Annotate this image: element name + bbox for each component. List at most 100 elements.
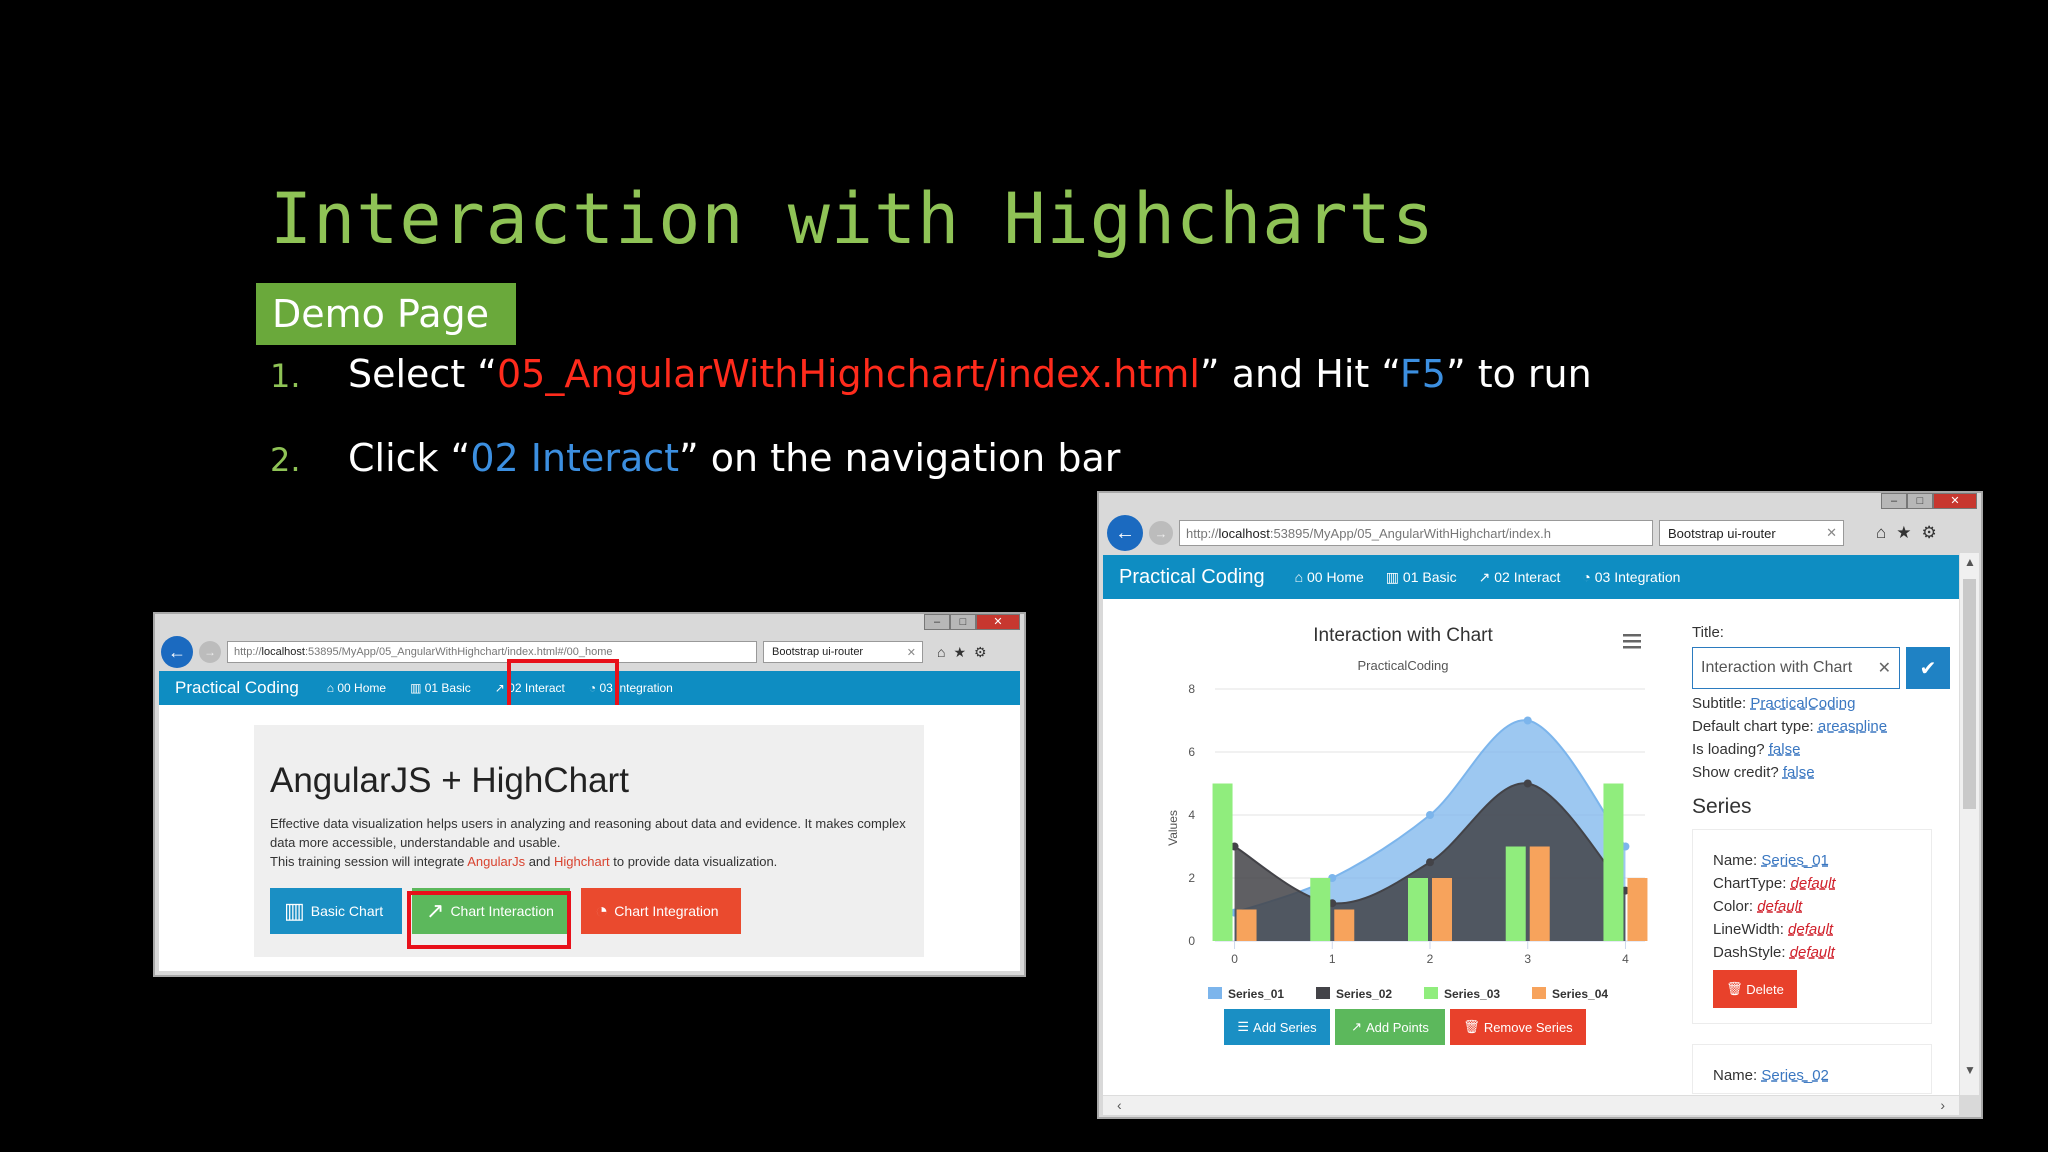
address-bar[interactable]: http://localhost:53895/MyApp/05_AngularW… <box>1179 520 1653 546</box>
jumbotron-heading: AngularJS + HighChart <box>270 761 629 800</box>
x-tick-label: 2 <box>1427 952 1434 966</box>
browser-tab[interactable]: Bootstrap ui-router ✕ <box>763 641 923 663</box>
basic-chart-button[interactable]: ▥ Basic Chart <box>270 888 402 934</box>
right-page-content: Interaction with Chart PracticalCoding 0… <box>1103 599 1959 1095</box>
column-bar[interactable] <box>1603 783 1624 942</box>
chart-menu-icon[interactable] <box>1623 634 1641 649</box>
tab-close-icon[interactable]: ✕ <box>907 646 916 659</box>
back-arrow-icon[interactable]: ← <box>161 636 193 668</box>
chevron-up-icon[interactable]: ▲ <box>1964 555 1976 569</box>
legend-item[interactable]: Series_04 <box>1552 987 1608 1001</box>
minimize-icon[interactable]: – <box>924 614 950 630</box>
series-dashstyle-value[interactable]: default <box>1790 944 1835 961</box>
title-input[interactable]: Interaction with Chart ✕ <box>1692 647 1900 689</box>
vertical-scrollbar[interactable]: ▲ ▼ <box>1959 553 1979 1095</box>
column-bar[interactable] <box>1432 878 1452 941</box>
chevron-left-icon[interactable]: ‹ <box>1117 1097 1122 1113</box>
series-name-value[interactable]: Series_01 <box>1761 852 1829 869</box>
legend-swatch <box>1208 987 1222 999</box>
button-label: Remove Series <box>1483 1019 1573 1035</box>
series-linewidth-value[interactable]: default <box>1788 921 1833 938</box>
series-type-value[interactable]: default <box>1791 875 1836 892</box>
column-bar[interactable] <box>1505 846 1526 942</box>
nav-item-home[interactable]: ⌂ 00 Home <box>1295 569 1364 585</box>
browser-tools: ⌂ ★ ⚙ <box>1876 523 1937 543</box>
add-points-button[interactable]: ↗ Add Points <box>1335 1009 1445 1045</box>
y-tick-label: 4 <box>1188 808 1195 822</box>
settings-gear-icon[interactable]: ⚙ <box>974 644 987 661</box>
column-bar[interactable] <box>1236 909 1257 942</box>
horizontal-scrollbar[interactable]: ‹ › <box>1103 1095 1959 1115</box>
data-point[interactable] <box>1523 779 1532 788</box>
loading-value[interactable]: false <box>1769 741 1801 758</box>
nav-item-label: 00 Home <box>337 681 387 695</box>
chart-type-value[interactable]: areaspline <box>1818 718 1887 735</box>
column-bar[interactable] <box>1212 783 1233 942</box>
confirm-title-button[interactable]: ✔ <box>1906 647 1950 689</box>
forward-arrow-icon[interactable]: → <box>1149 521 1173 545</box>
nav-item-basic[interactable]: ▥ 01 Basic <box>1386 569 1457 586</box>
left-page-content: AngularJS + HighChart Effective data vis… <box>159 705 1020 971</box>
home-icon[interactable]: ⌂ <box>937 644 945 661</box>
legend-item[interactable]: Series_01 <box>1228 987 1284 1001</box>
close-icon[interactable]: ✕ <box>1933 493 1977 509</box>
column-bar[interactable] <box>1408 878 1428 941</box>
legend-item[interactable]: Series_03 <box>1444 987 1500 1001</box>
data-point[interactable] <box>1426 811 1434 819</box>
favorites-star-icon[interactable]: ★ <box>953 644 966 661</box>
data-point[interactable] <box>1426 858 1434 867</box>
subtitle-value[interactable]: PracticalCoding <box>1750 695 1855 712</box>
home-icon[interactable]: ⌂ <box>1876 523 1886 543</box>
step-text: ” to run <box>1445 352 1592 396</box>
title-input-value: Interaction with Chart <box>1701 659 1853 676</box>
nav-item-home[interactable]: ⌂ 00 Home <box>327 681 386 695</box>
button-label: Basic Chart <box>310 903 384 919</box>
checkmark-icon: ✔ <box>1919 657 1937 680</box>
data-point[interactable] <box>1523 716 1532 725</box>
minimize-icon[interactable]: – <box>1881 493 1907 509</box>
address-bar[interactable]: http://localhost:53895/MyApp/05_AngularW… <box>227 641 757 663</box>
chart-integration-button[interactable]: ◔ Chart Integration <box>581 888 741 934</box>
label: Name: <box>1713 852 1758 869</box>
highchart-link[interactable]: Highchart <box>554 854 610 869</box>
remove-series-button[interactable]: 🗑 Remove Series <box>1450 1009 1586 1045</box>
chart-subtitle: PracticalCoding <box>1357 658 1448 673</box>
trash-icon: 🗑 <box>1726 981 1743 996</box>
pie-chart-icon: ◔ <box>595 898 609 923</box>
label: ChartType: <box>1713 875 1787 892</box>
title-label: Title: <box>1692 624 1724 641</box>
credit-value[interactable]: false <box>1783 764 1815 781</box>
column-bar[interactable] <box>1627 878 1648 941</box>
column-bar[interactable] <box>1310 878 1331 941</box>
navbar-brand[interactable]: Practical Coding <box>1119 566 1265 589</box>
nav-item-integration[interactable]: ◔ 03 Integration <box>1582 569 1680 585</box>
angularjs-link[interactable]: AngularJs <box>467 854 525 869</box>
tab-label: Bootstrap ui-router <box>772 646 864 658</box>
tab-close-icon[interactable]: ✕ <box>1826 525 1837 541</box>
legend-item[interactable]: Series_02 <box>1336 987 1392 1001</box>
nav-item-interact[interactable]: ↗ 02 Interact <box>1479 569 1561 586</box>
settings-gear-icon[interactable]: ⚙ <box>1922 523 1937 543</box>
browser-tab[interactable]: Bootstrap ui-router ✕ <box>1659 520 1844 546</box>
chevron-down-icon[interactable]: ▼ <box>1964 1063 1976 1077</box>
chevron-right-icon[interactable]: › <box>1940 1097 1945 1113</box>
series-color-value[interactable]: default <box>1757 898 1802 915</box>
nav-item-basic[interactable]: ▥ 01 Basic <box>410 681 471 695</box>
chart-title: Interaction with Chart <box>1313 625 1493 646</box>
back-arrow-icon[interactable]: ← <box>1107 515 1143 551</box>
highcharts-chart[interactable]: Interaction with Chart PracticalCoding 0… <box>1103 599 1653 1049</box>
scrollbar-thumb[interactable] <box>1963 579 1976 809</box>
close-icon[interactable]: ✕ <box>976 614 1020 630</box>
favorites-star-icon[interactable]: ★ <box>1896 523 1911 543</box>
column-bar[interactable] <box>1334 909 1355 942</box>
label: Is loading? <box>1692 741 1765 758</box>
delete-series-button[interactable]: 🗑 Delete <box>1713 970 1797 1008</box>
add-series-button[interactable]: ☰ Add Series <box>1224 1009 1330 1045</box>
navbar-brand[interactable]: Practical Coding <box>175 678 299 698</box>
series-name-value[interactable]: Series_02 <box>1761 1067 1829 1084</box>
maximize-icon[interactable]: □ <box>1907 493 1933 509</box>
column-bar[interactable] <box>1529 846 1550 942</box>
forward-arrow-icon[interactable]: → <box>199 641 221 663</box>
clear-icon[interactable]: ✕ <box>1878 658 1891 678</box>
maximize-icon[interactable]: □ <box>950 614 976 630</box>
